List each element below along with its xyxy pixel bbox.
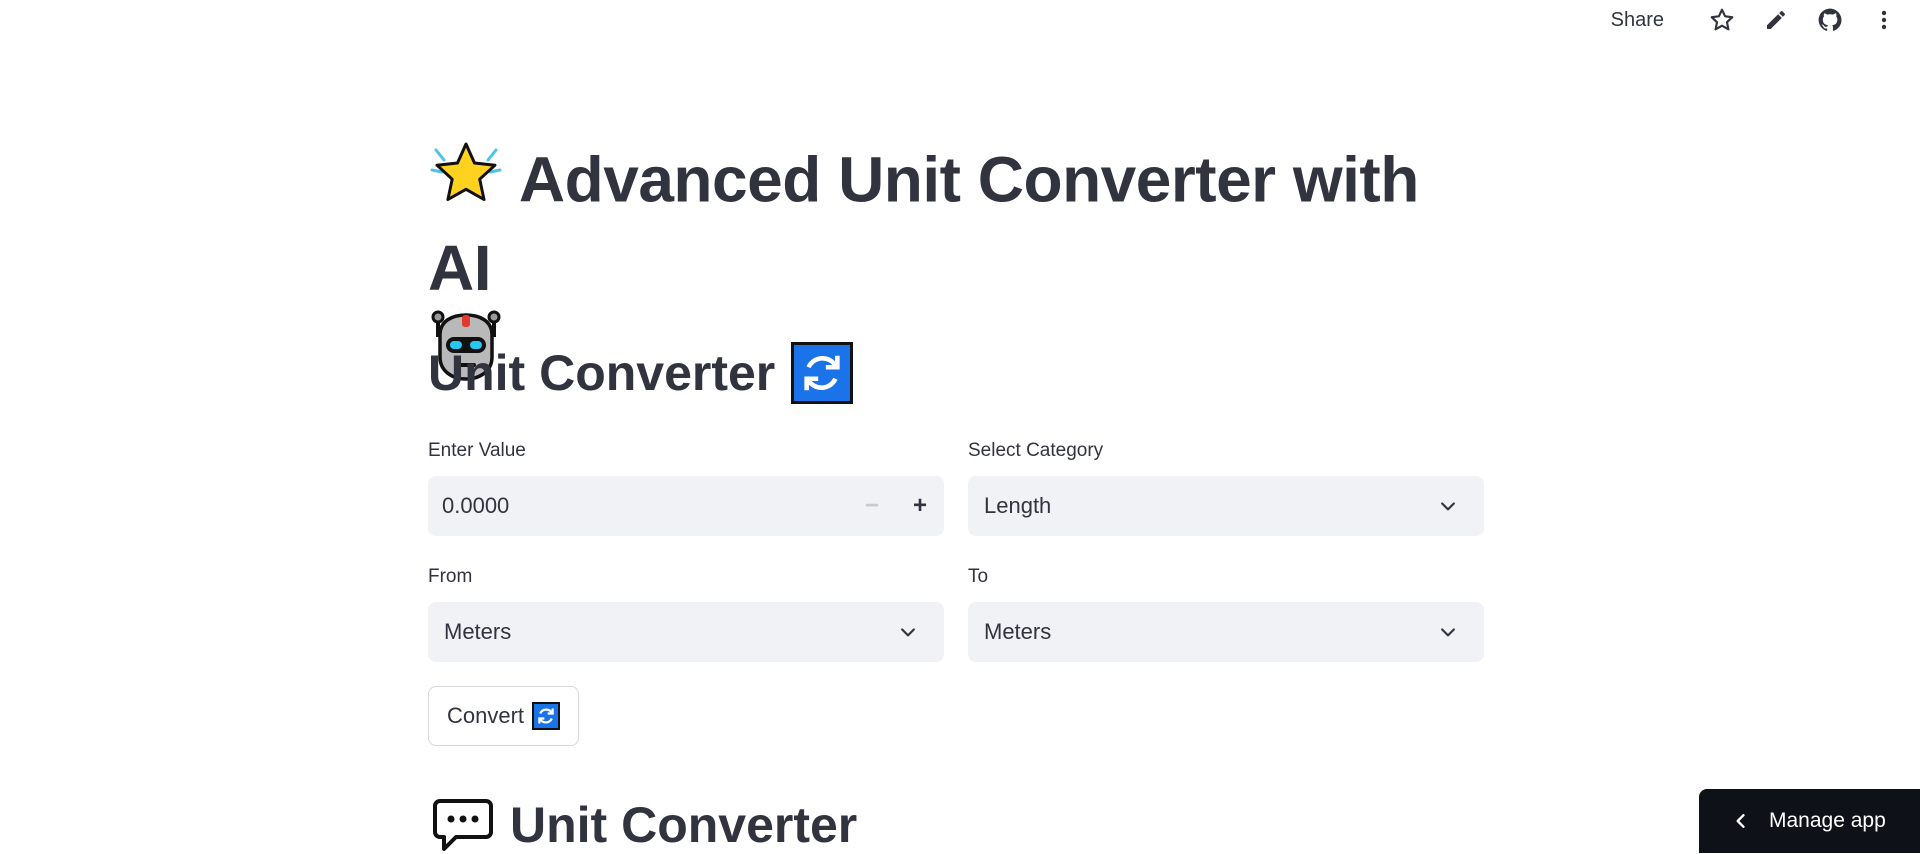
increment-button[interactable]: + [896,476,944,536]
from-selected-value: Meters [428,619,888,645]
to-label: To [968,566,988,588]
star-icon[interactable] [1706,4,1738,36]
converter-heading-text: Unit Converter [428,344,775,402]
title-text: Advanced Unit Converter with AI [428,143,1419,304]
from-label: From [428,566,472,588]
to-unit-select[interactable]: Meters [968,602,1484,662]
category-selected-value: Length [968,493,1428,519]
value-number-input[interactable]: 0.0000 − + [428,476,944,536]
share-button[interactable]: Share [1611,9,1664,32]
to-selected-value: Meters [968,619,1428,645]
select-category-label: Select Category [968,440,1103,462]
refresh-icon [532,702,560,730]
chevron-down-icon[interactable] [1428,612,1468,652]
manage-app-button[interactable]: Manage app [1699,789,1920,853]
speech-bubble-icon [432,797,494,853]
converter-heading: Unit Converter [428,342,853,404]
convert-button[interactable]: Convert [428,686,579,746]
chat-section-heading-text: Unit Converter [510,796,857,854]
manage-app-label: Manage app [1769,809,1886,833]
pencil-icon[interactable] [1760,4,1792,36]
sparkle-star-icon [428,140,504,229]
decrement-button[interactable]: − [848,476,896,536]
convert-button-label: Convert [447,703,524,729]
chat-section-heading: Unit Converter [432,796,857,854]
github-icon[interactable] [1814,4,1846,36]
chevron-down-icon[interactable] [1428,486,1468,526]
more-vertical-icon[interactable] [1868,4,1900,36]
category-select[interactable]: Length [968,476,1484,536]
chevron-left-icon [1729,809,1753,833]
chevron-down-icon[interactable] [888,612,928,652]
refresh-icon [791,342,853,404]
from-unit-select[interactable]: Meters [428,602,944,662]
enter-value-label: Enter Value [428,440,526,462]
top-toolbar: Share [1611,0,1920,40]
value-input-text[interactable]: 0.0000 [428,493,848,519]
